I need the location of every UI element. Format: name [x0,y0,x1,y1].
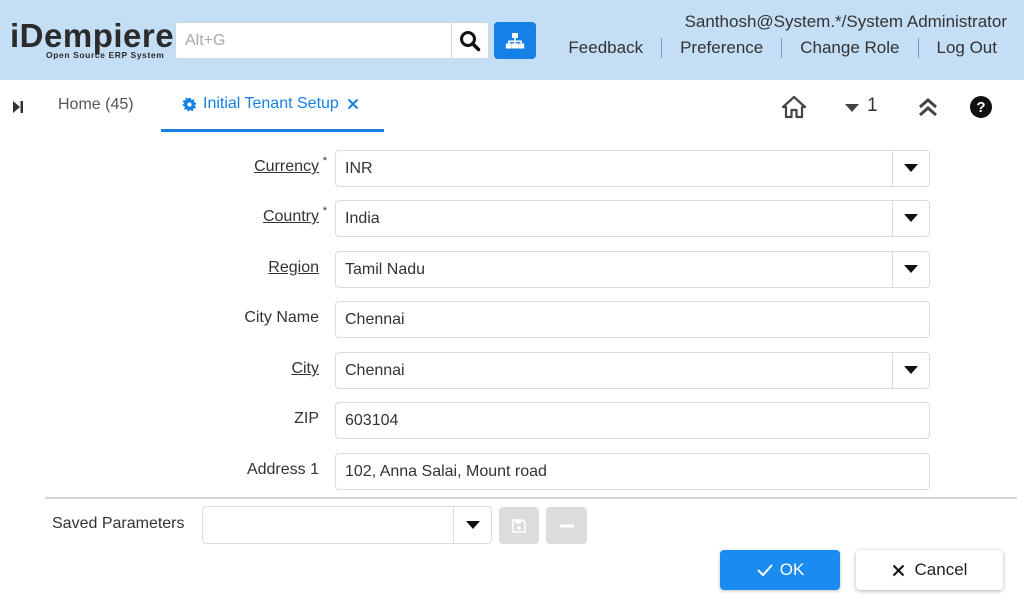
city-select[interactable]: Chennai [335,352,930,389]
address1-label: Address 1 [246,461,319,478]
currency-row: Currency * INR [0,150,1024,188]
preference-link[interactable]: Preference [680,38,763,58]
city-row: City Chennai [0,352,1024,390]
save-parameters-button[interactable] [499,507,539,544]
required-marker: * [322,205,327,217]
currency-select[interactable]: INR [335,150,930,187]
home-button[interactable] [781,95,807,124]
caret-down-icon [904,366,918,374]
cancel-button-label: Cancel [914,560,968,579]
zip-value: 603104 [345,412,399,429]
caret-down-icon [904,164,918,172]
currency-label[interactable]: Currency * [254,155,327,176]
open-windows-dropdown[interactable]: 1 [844,95,878,117]
search-input[interactable] [176,23,452,58]
zip-field[interactable]: 603104 [335,402,930,439]
home-icon [781,95,807,119]
required-marker: * [322,155,327,167]
country-dropdown-button[interactable] [892,201,929,236]
help-icon[interactable]: ? [970,96,992,118]
collapse-button[interactable] [917,96,939,123]
logo[interactable]: iDempiere Open Source ERP System [10,17,175,60]
currency-value: INR [345,160,373,177]
currency-label-text: Currency [254,158,319,175]
city-name-row: City Name Chennai [0,301,1024,339]
search-icon [460,30,481,51]
ok-button[interactable]: OK [720,550,840,590]
check-icon [757,564,773,577]
zip-label: ZIP [294,410,319,427]
country-row: Country * India [0,200,1024,238]
user-info[interactable]: Santhosh@System.*/System Administrator [685,12,1007,32]
city-name-label: City Name [244,309,319,326]
menu-tree-button[interactable] [494,22,536,59]
ok-button-label: OK [779,560,805,579]
logo-text: iDempiere [10,17,175,54]
region-label[interactable]: Region [268,259,319,277]
saved-parameters-label: Saved Parameters [52,515,185,532]
logo-subtitle: Open Source ERP System [46,50,165,60]
tab-label: Initial Tenant Setup [203,95,339,112]
change-role-link[interactable]: Change Role [800,38,899,58]
region-dropdown-button[interactable] [892,252,929,287]
city-dropdown-button[interactable] [892,353,929,388]
link-separator [661,38,663,58]
tab-initial-tenant-setup[interactable]: Initial Tenant Setup [161,80,384,132]
double-chevron-up-icon [919,98,937,117]
city-label[interactable]: City [291,360,319,378]
country-label[interactable]: Country * [262,205,327,226]
currency-dropdown-button[interactable] [892,151,929,186]
city-name-field[interactable]: Chennai [335,301,930,338]
region-row: Region Tamil Nadu [0,251,1024,289]
region-value: Tamil Nadu [345,261,426,278]
region-select[interactable]: Tamil Nadu [335,251,930,288]
global-search [175,22,489,59]
country-select[interactable]: India [335,200,930,237]
sidebar-toggle-button[interactable] [12,100,24,119]
city-value: Chennai [345,362,405,379]
cancel-button[interactable]: Cancel [856,550,1003,590]
divider [45,497,1017,499]
saved-parameters-select[interactable] [202,506,492,544]
caret-down-icon [845,103,859,112]
link-separator [917,38,919,58]
app-header: iDempiere Open Source ERP System Santhos… [0,0,1024,80]
window-count: 1 [867,95,878,116]
city-name-value: Chennai [345,311,405,328]
feedback-link[interactable]: Feedback [568,38,643,58]
caret-down-icon [904,214,918,222]
close-icon [347,98,359,110]
tab-close-button[interactable] [347,98,359,110]
gear-icon [182,96,197,112]
saved-parameters-dropdown-button[interactable] [453,507,491,543]
country-value: India [345,210,380,227]
search-button[interactable] [451,23,488,58]
caret-down-icon [904,265,918,273]
country-label-text: Country [262,208,319,225]
logout-link[interactable]: Log Out [937,38,998,58]
link-separator [781,38,783,58]
expand-panel-icon [13,101,23,113]
tab-home[interactable]: Home (45) [58,96,134,114]
caret-down-icon [465,520,480,529]
sitemap-icon [505,32,525,48]
address1-row: Address 1 102, Anna Salai, Mount road [0,453,1024,491]
close-icon [892,564,904,576]
zip-row: ZIP 603104 [0,402,1024,440]
header-links: Feedback Preference Change Role Log Out [568,38,997,58]
delete-parameters-button[interactable] [546,507,587,544]
address1-value: 102, Anna Salai, Mount road [345,463,547,480]
save-icon [512,518,526,533]
minus-icon [559,524,574,527]
address1-field[interactable]: 102, Anna Salai, Mount road [335,453,930,490]
